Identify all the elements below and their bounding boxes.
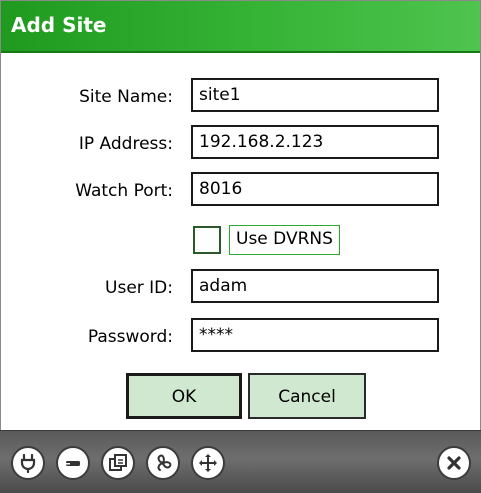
- bottom-toolbar: [0, 430, 481, 493]
- move-arrows-icon[interactable]: [191, 446, 225, 480]
- site-name-input[interactable]: site1: [191, 78, 439, 112]
- fan-icon[interactable]: [146, 446, 180, 480]
- use-dvrns-label[interactable]: Use DVRNS: [229, 225, 340, 255]
- use-dvrns-checkbox[interactable]: [193, 226, 221, 254]
- add-site-dialog: Add Site Site Name: site1 IP Address: 19…: [0, 0, 481, 492]
- cancel-button[interactable]: Cancel: [248, 373, 366, 419]
- user-id-input[interactable]: adam: [191, 269, 439, 303]
- password-input[interactable]: ****: [191, 318, 439, 352]
- windows-icon[interactable]: [101, 446, 135, 480]
- power-plug-icon[interactable]: [11, 446, 45, 480]
- site-name-label: Site Name:: [79, 87, 173, 107]
- user-id-label: User ID:: [105, 278, 173, 298]
- watch-port-input[interactable]: 8016: [191, 172, 439, 206]
- watch-port-label: Watch Port:: [75, 181, 173, 201]
- password-label: Password:: [87, 327, 173, 347]
- close-icon[interactable]: [437, 446, 471, 480]
- title-bar: Add Site: [1, 1, 480, 53]
- ip-address-label: IP Address:: [78, 134, 173, 154]
- ip-address-input[interactable]: 192.168.2.123: [191, 125, 439, 159]
- dialog-title: Add Site: [11, 13, 107, 37]
- ok-button[interactable]: OK: [126, 373, 242, 419]
- minus-icon[interactable]: [56, 446, 90, 480]
